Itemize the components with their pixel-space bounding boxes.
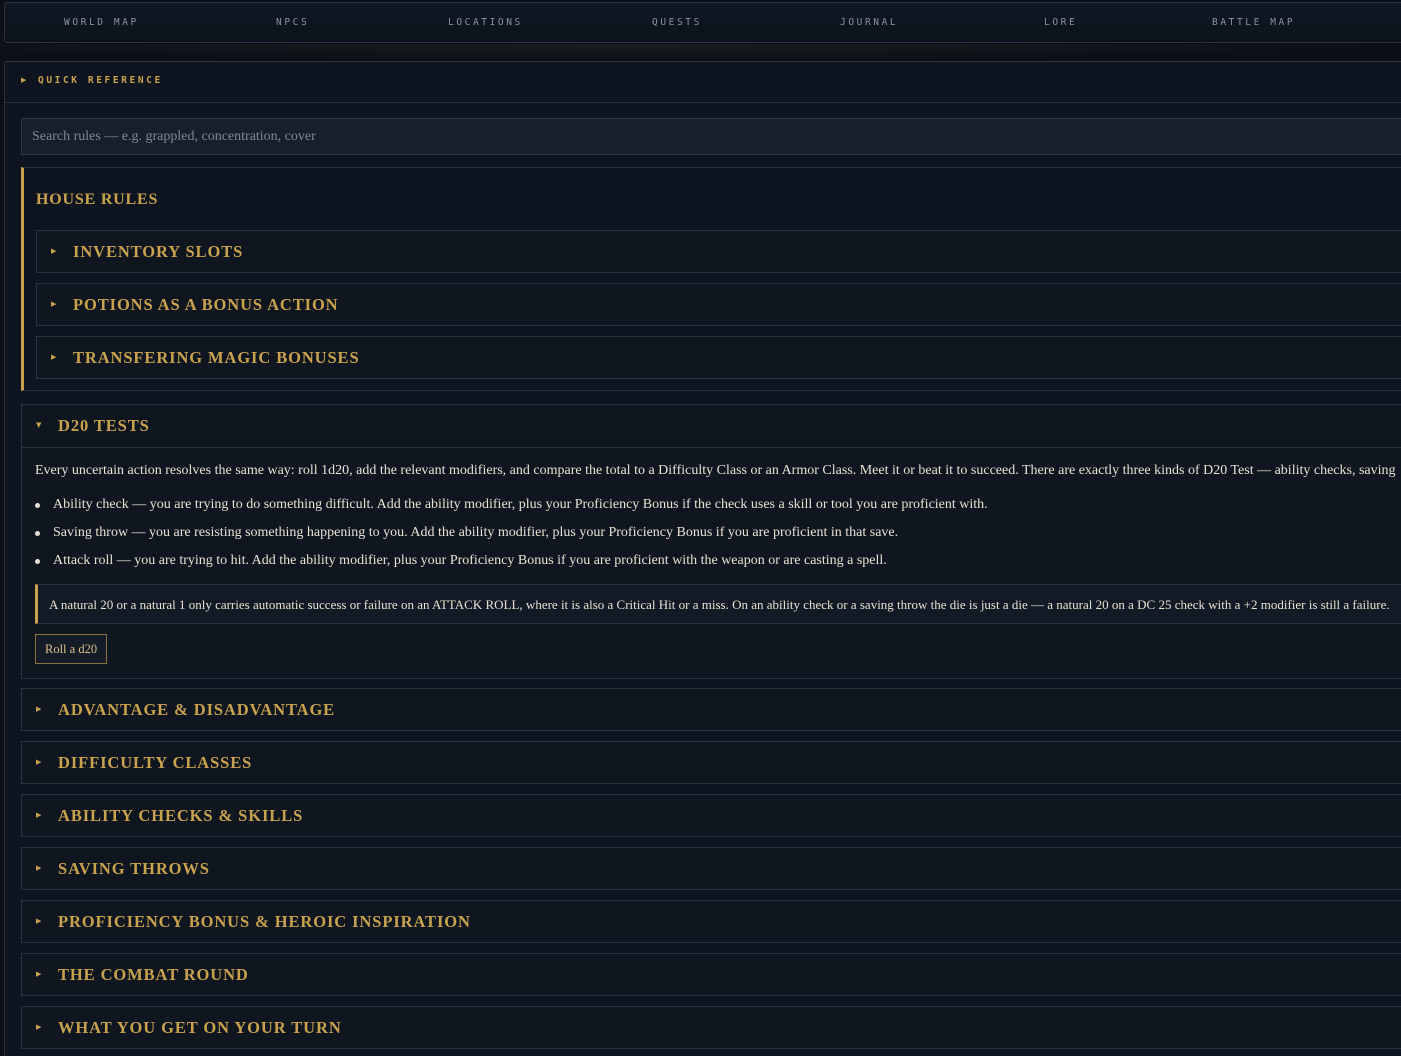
- nav-world-map[interactable]: WORLD MAP: [64, 17, 139, 28]
- top-nav: WORLD MAP NPCS LOCATIONS QUESTS JOURNAL …: [4, 2, 1401, 43]
- section-title: D20 TESTS: [58, 416, 150, 435]
- section-header-d20-tests[interactable]: ▼ D20 TESTS: [22, 405, 1401, 448]
- section-title: ABILITY CHECKS & SKILLS: [58, 806, 304, 825]
- caret-right-icon: ▶: [51, 300, 57, 308]
- house-rules-title: HOUSE RULES: [36, 191, 159, 208]
- nav-battle-map[interactable]: BATTLE MAP: [1212, 17, 1295, 28]
- section-ability-checks-skills: ▶ ABILITY CHECKS & SKILLS: [21, 794, 1401, 837]
- caret-right-icon: ▶: [51, 353, 57, 361]
- caret-right-icon: ▶: [36, 970, 42, 978]
- house-rule-potions[interactable]: ▶ POTIONS AS A BONUS ACTION: [36, 283, 1401, 326]
- callout-text: A natural 20 or a natural 1 only carries…: [49, 597, 1390, 612]
- section-title: ADVANTAGE & DISADVANTAGE: [58, 700, 336, 719]
- house-rule-title: TRANSFERING MAGIC BONUSES: [73, 348, 360, 367]
- roll-d20-button[interactable]: Roll a d20: [35, 634, 108, 664]
- section-difficulty-classes: ▶ DIFFICULTY CLASSES: [21, 741, 1401, 784]
- rules-search-input[interactable]: [21, 118, 1401, 155]
- section-header[interactable]: ▶ DIFFICULTY CLASSES: [22, 742, 1401, 784]
- section-title: DIFFICULTY CLASSES: [58, 753, 253, 772]
- caret-right-icon: ▶: [36, 917, 42, 925]
- nav-locations[interactable]: LOCATIONS: [448, 17, 523, 28]
- section-title: WHAT YOU GET ON YOUR TURN: [58, 1018, 342, 1037]
- section-header[interactable]: ▶ THE COMBAT ROUND: [22, 954, 1401, 996]
- house-rule-magic-bonuses[interactable]: ▶ TRANSFERING MAGIC BONUSES: [36, 336, 1401, 379]
- rule-callout: A natural 20 or a natural 1 only carries…: [35, 584, 1401, 624]
- caret-right-icon: ▶: [36, 864, 42, 872]
- section-header[interactable]: ▶ PROFICIENCY BONUS & HEROIC INSPIRATION: [22, 901, 1401, 943]
- quick-reference-title: QUICK REFERENCE: [38, 75, 163, 86]
- caret-down-icon: ▼: [36, 421, 42, 429]
- caret-right-icon: ▶: [36, 1023, 42, 1031]
- nav-quests[interactable]: QUESTS: [652, 17, 702, 28]
- section-saving-throws: ▶ SAVING THROWS: [21, 847, 1401, 890]
- section-proficiency-bonus: ▶ PROFICIENCY BONUS & HEROIC INSPIRATION: [21, 900, 1401, 943]
- list-item-text: Ability check — you are trying to do som…: [53, 497, 988, 512]
- nav-divider-glow: [0, 44, 1401, 60]
- bullet-icon: [35, 531, 40, 536]
- house-rule-inventory-slots[interactable]: ▶ INVENTORY SLOTS: [36, 230, 1401, 273]
- bullet-icon: [35, 503, 40, 508]
- list-item-text: Attack roll — you are trying to hit. Add…: [53, 553, 887, 568]
- bullet-icon: [35, 559, 40, 564]
- nav-journal[interactable]: JOURNAL: [840, 17, 898, 28]
- section-header[interactable]: ▶ ABILITY CHECKS & SKILLS: [22, 795, 1401, 837]
- section-d20-tests: ▼ D20 TESTS Every uncertain action resol…: [21, 404, 1401, 679]
- section-advantage-disadvantage: ▶ ADVANTAGE & DISADVANTAGE: [21, 688, 1401, 731]
- house-rule-title: POTIONS AS A BONUS ACTION: [73, 295, 339, 314]
- section-header[interactable]: ▶ SAVING THROWS: [22, 848, 1401, 890]
- section-your-turn: ▶ WHAT YOU GET ON YOUR TURN: [21, 1006, 1401, 1049]
- house-rule-title: INVENTORY SLOTS: [73, 242, 244, 261]
- section-header[interactable]: ▶ WHAT YOU GET ON YOUR TURN: [22, 1007, 1401, 1049]
- d20-intro-text: Every uncertain action resolves the same…: [35, 463, 1396, 478]
- caret-right-icon: ▶: [36, 705, 42, 713]
- section-title: THE COMBAT ROUND: [58, 965, 249, 984]
- caret-right-icon: ▶: [51, 247, 57, 255]
- section-combat-round: ▶ THE COMBAT ROUND: [21, 953, 1401, 996]
- caret-right-icon: ▶: [36, 758, 42, 766]
- caret-right-icon: ▶: [21, 76, 27, 84]
- caret-right-icon: ▶: [36, 811, 42, 819]
- quick-reference-header[interactable]: ▶ QUICK REFERENCE: [5, 62, 1401, 103]
- list-item-text: Saving throw — you are resisting somethi…: [53, 525, 899, 540]
- section-header[interactable]: ▶ ADVANTAGE & DISADVANTAGE: [22, 689, 1401, 731]
- nav-lore[interactable]: LORE: [1044, 17, 1077, 28]
- section-title: PROFICIENCY BONUS & HEROIC INSPIRATION: [58, 912, 471, 931]
- section-title: SAVING THROWS: [58, 859, 210, 878]
- nav-npcs[interactable]: NPCS: [276, 17, 309, 28]
- house-rules-group: HOUSE RULES ▶ INVENTORY SLOTS ▶ POTIONS …: [21, 167, 1401, 391]
